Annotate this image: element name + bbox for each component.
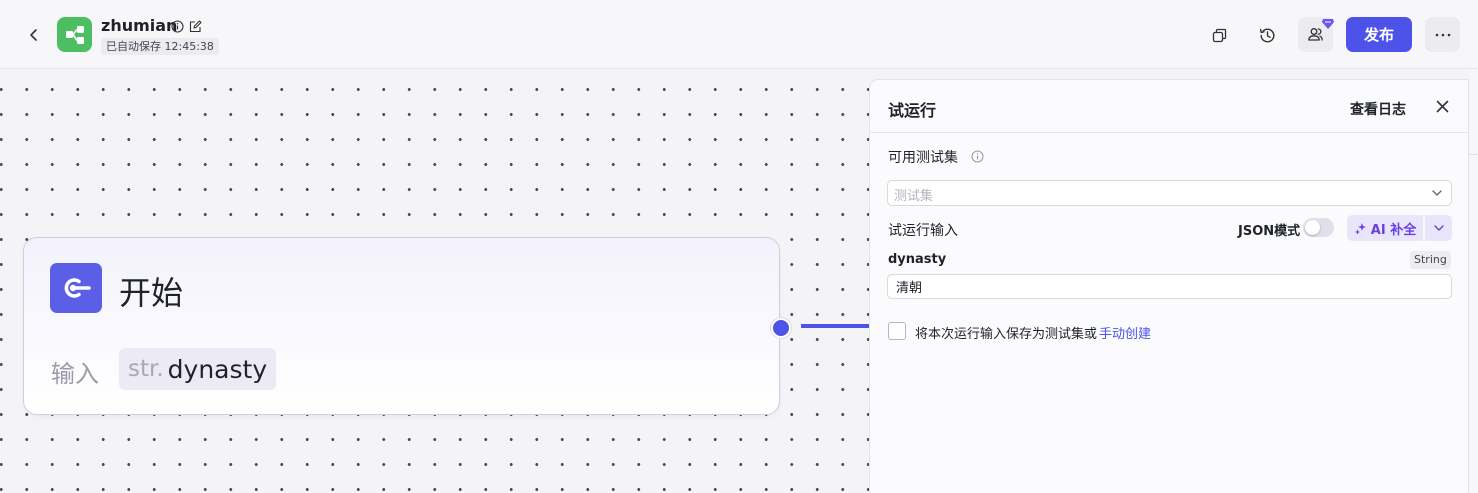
json-mode-toggle[interactable] [1303, 218, 1334, 237]
save-testset-text: 将本次运行输入保存为测试集或 [915, 327, 1098, 342]
toggle-knob [1305, 220, 1320, 235]
json-mode-label: JSON模式 [1238, 224, 1301, 239]
manual-create-link[interactable]: 手动创建 [1099, 323, 1151, 342]
param-type: str. [128, 356, 164, 382]
right-edge-strip [1469, 69, 1478, 493]
start-node-icon [50, 263, 102, 313]
edit-icon[interactable] [189, 18, 202, 37]
node-input-label: 输入 [51, 360, 99, 388]
back-button[interactable] [22, 23, 46, 47]
panel-header: 试运行 查看日志 [870, 80, 1468, 133]
dynasty-input[interactable] [887, 274, 1452, 299]
app-name: zhumian [101, 16, 178, 35]
param-name: dynasty [167, 354, 268, 384]
history-icon [1259, 28, 1274, 42]
start-node-title: 开始 [119, 274, 184, 312]
node-param-tag: str. dynasty [119, 348, 277, 390]
testset-select[interactable]: 测试集 [887, 180, 1452, 206]
testset-info-icon[interactable] [971, 148, 984, 167]
publish-button[interactable]: 发布 [1346, 17, 1412, 52]
chevron-down-icon [1433, 225, 1444, 231]
ai-fill-dropdown[interactable] [1425, 215, 1452, 241]
close-button[interactable] [1432, 96, 1452, 116]
connection-edge [801, 324, 871, 328]
app-logo [57, 17, 92, 52]
ai-fill-label: AI 补全 [1370, 222, 1417, 238]
close-icon [1436, 100, 1448, 112]
autosave-status: 已自动保存 12:45:38 [101, 38, 219, 55]
start-node[interactable]: 开始 输入 str. dynasty [23, 237, 780, 415]
premium-badge-icon [1321, 15, 1335, 34]
panel-title: 试运行 [888, 101, 937, 120]
more-icon [1435, 33, 1450, 36]
save-testset-checkbox[interactable] [888, 322, 906, 340]
chevron-left-icon [30, 29, 37, 41]
sparkle-icon [1354, 222, 1366, 234]
copy-icon [1212, 28, 1226, 42]
workflow-icon [65, 25, 84, 44]
ai-fill-button[interactable]: AI 补全 [1347, 215, 1423, 241]
field-type-badge: String [1410, 251, 1451, 269]
history-button[interactable] [1254, 22, 1280, 48]
more-button[interactable] [1425, 17, 1460, 52]
chevron-down-icon [1432, 190, 1442, 196]
right-edge-divider [1469, 154, 1478, 155]
field-name: dynasty [888, 252, 947, 267]
top-header: zhumian 已自动保存 12:45:38 发布 [0, 0, 1478, 69]
testset-placeholder: 测试集 [894, 189, 934, 204]
info-icon[interactable] [171, 18, 184, 37]
test-run-panel: 试运行 查看日志 可用测试集 测试集 试运行输入 JSON模式 AI 补全 dy… [869, 79, 1469, 493]
copy-button[interactable] [1206, 22, 1232, 48]
output-port[interactable] [771, 318, 791, 338]
view-log-button[interactable]: 查看日志 [1350, 99, 1406, 119]
testset-label: 可用测试集 [888, 150, 958, 166]
input-section-label: 试运行输入 [888, 223, 958, 239]
